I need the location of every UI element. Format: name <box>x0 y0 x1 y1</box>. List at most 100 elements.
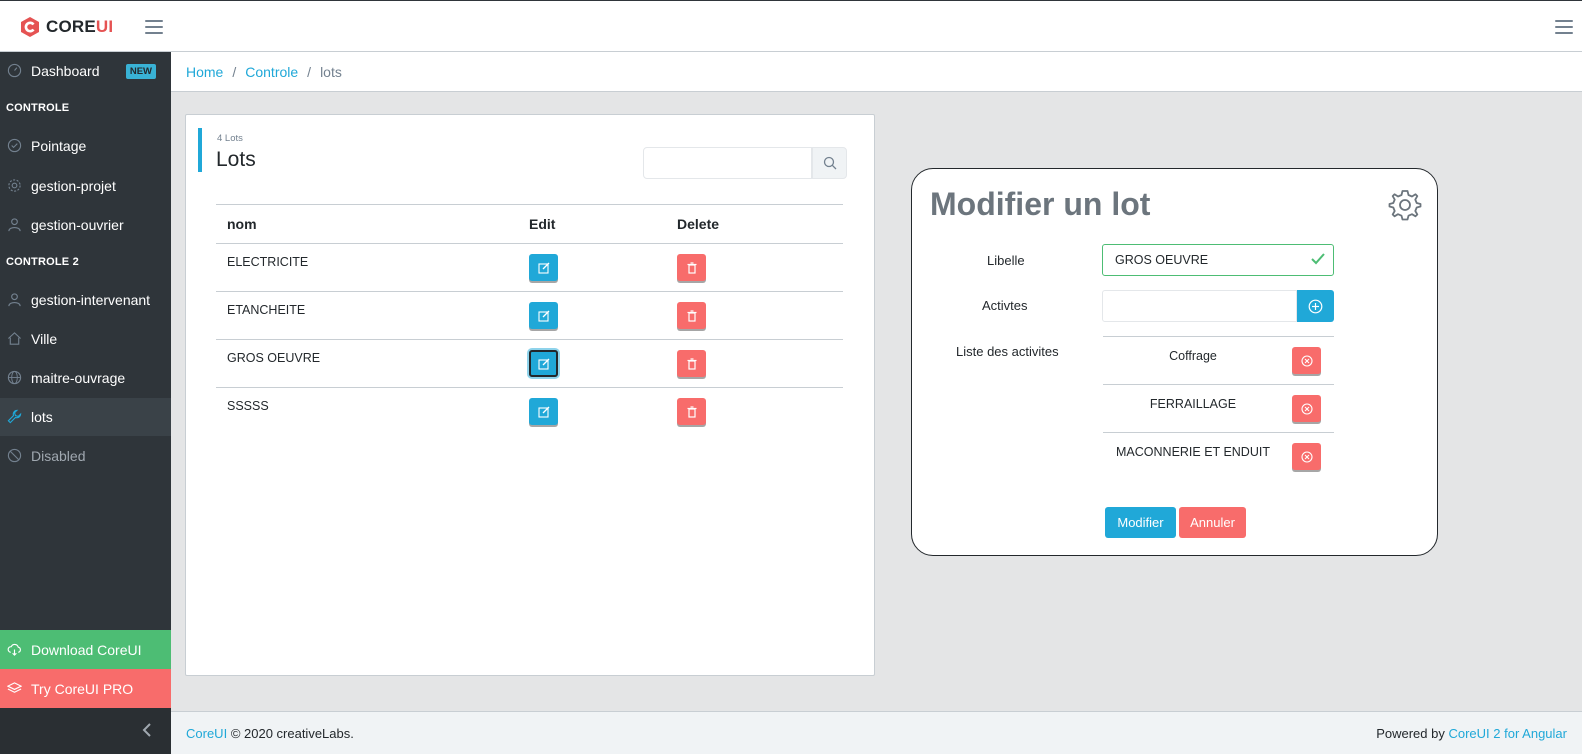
ban-icon <box>7 448 22 463</box>
close-circle-icon <box>1300 450 1313 463</box>
user-icon <box>8 293 21 307</box>
lots-count: 4 Lots <box>217 133 243 144</box>
liste-activites-label: Liste des activites <box>956 344 1059 359</box>
delete-button[interactable] <box>677 254 706 281</box>
lot-name-cell: GROS OEUVRE <box>216 339 518 388</box>
table-row: SSSSS <box>216 388 843 436</box>
delete-cell <box>666 388 843 436</box>
activite-input[interactable] <box>1102 290 1297 322</box>
sidebar-item-maitre-ouvrage[interactable]: maitre-ouvrage <box>0 359 171 397</box>
libelle-value: GROS OEUVRE <box>1115 253 1209 267</box>
sidebar-item-gestion-intervenant[interactable]: gestion-intervenant <box>0 281 171 319</box>
cloud-download-icon <box>7 643 21 656</box>
breadcrumb-current: lots <box>320 63 342 80</box>
coreui-logo-icon <box>21 17 39 37</box>
check-circle-icon <box>7 138 22 153</box>
user-icon <box>8 218 21 232</box>
close-circle-icon <box>1300 402 1313 415</box>
download-coreui-label: Download CoreUI <box>31 641 142 658</box>
sidebar-item-label: Dashboard <box>31 63 100 79</box>
table-row: GROS OEUVRE <box>216 339 843 388</box>
delete-cell <box>666 243 843 292</box>
footer-coreui-link[interactable]: CoreUI <box>186 726 227 741</box>
remove-activite-button[interactable] <box>1292 395 1321 422</box>
column-header-delete: Delete <box>666 204 843 244</box>
gear-icon[interactable] <box>1388 188 1422 222</box>
breadcrumb-separator: / <box>232 63 237 80</box>
activite-name: MACONNERIE ET ENDUIT <box>1116 445 1270 459</box>
sidebar-item-label: Pointage <box>31 138 87 154</box>
sidebar-item-pointage[interactable]: Pointage <box>0 127 171 165</box>
home-icon <box>8 332 21 345</box>
brand-name-accent: UI <box>95 17 114 36</box>
settings-icon <box>8 179 21 192</box>
modifier-button[interactable]: Modifier <box>1105 507 1176 538</box>
download-coreui-button[interactable]: Download CoreUI <box>0 630 171 669</box>
modifier-lot-title: Modifier un lot <box>930 186 1151 222</box>
app-footer: CoreUI © 2020 creativeLabs. Powered by C… <box>171 711 1582 754</box>
plus-circle-icon <box>1308 299 1323 313</box>
remove-activite-button[interactable] <box>1292 443 1321 470</box>
sidebar-item-lots[interactable]: lots <box>0 398 171 436</box>
edit-icon <box>537 406 549 418</box>
lots-title: Lots <box>216 148 256 171</box>
edit-button[interactable] <box>529 398 558 426</box>
column-header-nom: nom <box>216 204 518 244</box>
sidebar-item-gestion-ouvrier[interactable]: gestion-ouvrier <box>0 206 171 244</box>
lot-name-cell: ETANCHEITE <box>216 291 518 340</box>
aside-toggler-icon[interactable] <box>1555 20 1573 34</box>
wrench-icon <box>7 409 22 424</box>
trash-icon <box>687 406 696 418</box>
edit-icon <box>537 310 549 322</box>
libelle-input[interactable]: GROS OEUVRE <box>1102 244 1334 276</box>
sidebar-item-gestion-projet[interactable]: gestion-projet <box>0 167 171 205</box>
globe-icon <box>7 370 22 385</box>
edit-icon <box>537 358 549 370</box>
activite-name: Coffrage <box>1169 349 1217 363</box>
brand-logo[interactable]: COREUI <box>20 16 113 38</box>
lots-table: nom Edit Delete ELECTRICITE ETANCHEITE G… <box>216 204 843 436</box>
footer-coreui-angular-link[interactable]: CoreUI 2 for Angular <box>1448 726 1567 741</box>
libelle-label: Libelle <box>987 253 1025 268</box>
remove-activite-button[interactable] <box>1292 347 1321 374</box>
footer-copyright: © 2020 creativeLabs. <box>230 725 354 741</box>
activites-list: Coffrage FERRAILLAGE MACONNERIE ET ENDUI… <box>1103 336 1334 480</box>
list-item: Coffrage <box>1103 336 1334 384</box>
nav-title-controle-2: CONTROLE 2 <box>6 256 79 268</box>
try-coreui-pro-button[interactable]: Try CoreUI PRO <box>0 669 171 708</box>
sidebar-item-label: gestion-ouvrier <box>31 217 124 233</box>
sidebar-item-dashboard[interactable]: Dashboard NEW <box>0 52 171 90</box>
delete-cell <box>666 339 843 388</box>
sidebar-item-label: gestion-intervenant <box>31 292 151 308</box>
speedometer-icon <box>7 63 22 78</box>
breadcrumb-controle-link[interactable]: Controle <box>245 64 298 80</box>
sidebar-item-label: gestion-projet <box>31 178 116 194</box>
lots-search-button[interactable] <box>812 147 847 179</box>
lots-search-input[interactable] <box>643 147 812 179</box>
list-item: FERRAILLAGE <box>1103 384 1334 432</box>
sidebar-toggler-icon[interactable] <box>145 20 163 34</box>
annuler-button[interactable]: Annuler <box>1179 507 1246 538</box>
delete-button[interactable] <box>677 398 706 426</box>
chevron-left-icon <box>142 723 151 737</box>
edit-cell <box>518 388 666 436</box>
trash-icon <box>687 309 696 322</box>
activite-name: FERRAILLAGE <box>1149 397 1237 411</box>
sidebar-item-label: maitre-ouvrage <box>31 370 126 386</box>
edit-button[interactable] <box>529 254 558 281</box>
delete-button[interactable] <box>677 302 706 329</box>
add-activite-button[interactable] <box>1297 290 1334 322</box>
delete-button[interactable] <box>677 350 706 377</box>
try-coreui-pro-label: Try CoreUI PRO <box>31 680 134 697</box>
table-header-row: nom Edit Delete <box>216 204 843 244</box>
sidebar-item-ville[interactable]: Ville <box>0 320 171 358</box>
lot-name-cell: SSSSS <box>216 388 518 436</box>
sidebar-minimizer[interactable] <box>0 708 171 754</box>
table-row: ETANCHEITE <box>216 291 843 340</box>
edit-button[interactable] <box>529 302 558 329</box>
close-circle-icon <box>1300 354 1313 367</box>
breadcrumb-home-link[interactable]: Home <box>186 64 223 80</box>
activites-label: Activtes <box>982 298 1028 313</box>
trash-icon <box>687 261 696 274</box>
edit-button[interactable] <box>529 350 558 377</box>
